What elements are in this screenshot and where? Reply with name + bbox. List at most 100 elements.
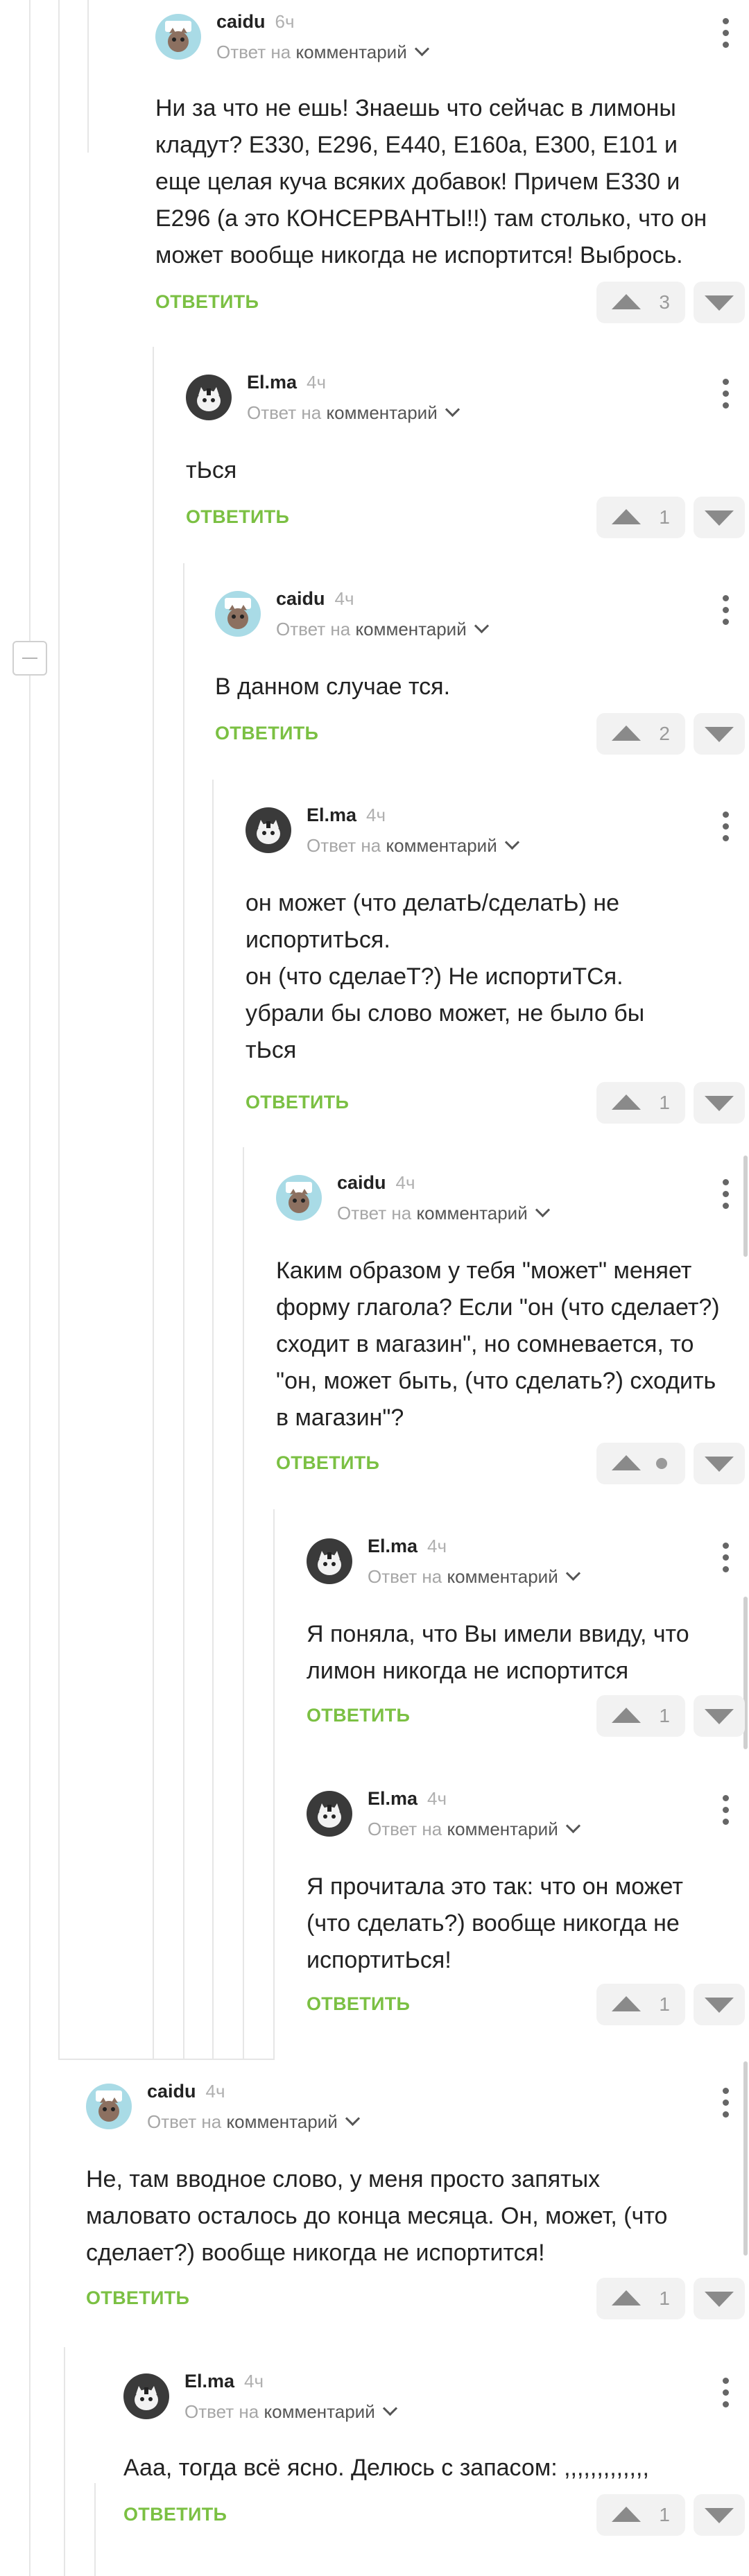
reply-to[interactable]: Ответ на комментарий	[337, 1202, 550, 1224]
vote-count: 1	[659, 2287, 670, 2309]
arrow-up-icon	[612, 2290, 641, 2305]
upvote-button[interactable]	[596, 1443, 685, 1484]
downvote-button[interactable]	[694, 497, 745, 538]
more-menu-icon[interactable]	[721, 1541, 729, 1576]
comment-author[interactable]: El.ma 4ч	[247, 372, 326, 393]
reply-button[interactable]: ОТВЕТИТЬ	[186, 506, 289, 528]
downvote-button[interactable]	[694, 1443, 745, 1484]
cat-avatar-icon	[225, 598, 251, 629]
comment-author[interactable]: El.ma 4ч	[368, 1788, 447, 1810]
upvote-button[interactable]: 1	[596, 2278, 685, 2319]
comment-author[interactable]: caidu 6ч	[216, 11, 295, 33]
reply-to[interactable]: Ответ на комментарий	[368, 1818, 580, 1840]
reply-button[interactable]: ОТВЕТИТЬ	[155, 291, 259, 313]
comment-author[interactable]: El.ma 4ч	[307, 805, 386, 826]
avatar[interactable]	[307, 1538, 352, 1584]
reply-to[interactable]: Ответ на комментарий	[247, 402, 460, 424]
upvote-button[interactable]: 1	[596, 1695, 685, 1737]
cat-avatar-icon	[318, 1803, 341, 1828]
avatar[interactable]	[86, 2084, 132, 2129]
more-menu-icon[interactable]	[721, 17, 729, 51]
comment: caidu 4ч Ответ на комментарий Каким образ…	[276, 1172, 749, 1487]
reply-button[interactable]: ОТВЕТИТЬ	[307, 1993, 410, 2015]
upvote-button[interactable]: 3	[596, 282, 685, 323]
upvote-button[interactable]: 1	[596, 1082, 685, 1124]
chevron-down-icon[interactable]	[565, 1565, 580, 1581]
chevron-down-icon[interactable]	[504, 834, 519, 850]
comment: El.ma 4ч Ответ на комментарий Я поняла, ч…	[307, 1536, 749, 1740]
comment-author[interactable]: caidu 4ч	[276, 588, 354, 610]
avatar[interactable]	[123, 2373, 169, 2419]
more-menu-icon[interactable]	[721, 2086, 729, 2121]
downvote-button[interactable]	[694, 1984, 745, 2025]
reply-button[interactable]: ОТВЕТИТЬ	[215, 723, 318, 744]
comment-text: Ни за что не ешь! Знаешь что сейчас в ли…	[155, 95, 707, 268]
chevron-down-icon[interactable]	[565, 1818, 580, 1834]
arrow-down-icon	[705, 2292, 734, 2307]
comment-author[interactable]: caidu 4ч	[337, 1172, 415, 1194]
chevron-down-icon[interactable]	[414, 41, 429, 57]
comment-text: Ааа, тогда всё ясно. Делюсь с запасом: ,…	[123, 2455, 649, 2481]
more-menu-icon[interactable]	[721, 594, 729, 628]
reply-button[interactable]: ОТВЕТИТЬ	[86, 2287, 189, 2309]
vote-count: 3	[659, 291, 670, 313]
comment-text: тЬся	[186, 457, 237, 483]
vote-count: 1	[659, 1993, 670, 2015]
chevron-down-icon[interactable]	[345, 2111, 360, 2127]
thread-line	[64, 2347, 65, 2576]
downvote-button[interactable]	[694, 2494, 745, 2536]
arrow-down-icon	[705, 727, 734, 742]
arrow-down-icon	[705, 1096, 734, 1111]
more-menu-icon[interactable]	[721, 1794, 729, 1828]
reply-to[interactable]: Ответ на комментарий	[307, 834, 519, 857]
upvote-button[interactable]: 2	[596, 713, 685, 755]
chevron-down-icon[interactable]	[382, 2401, 397, 2416]
upvote-button[interactable]: 1	[596, 497, 685, 538]
thread-line	[94, 2483, 96, 2576]
downvote-button[interactable]	[694, 713, 745, 755]
comment: caidu 4ч Ответ на комментарий В данном сл…	[215, 588, 749, 757]
reply-button[interactable]: ОТВЕТИТЬ	[123, 2504, 227, 2525]
comment-author[interactable]: caidu 4ч	[147, 2081, 225, 2102]
arrow-down-icon	[705, 1709, 734, 1724]
collapse-thread-button[interactable]	[12, 641, 47, 676]
reply-to[interactable]: Ответ на комментарий	[216, 41, 429, 63]
more-menu-icon[interactable]	[721, 2376, 729, 2411]
chevron-down-icon[interactable]	[474, 618, 489, 634]
reply-to[interactable]: Ответ на комментарий	[368, 1565, 580, 1588]
avatar[interactable]	[186, 375, 232, 420]
reply-to[interactable]: Ответ на комментарий	[184, 2401, 397, 2423]
reply-to[interactable]: Ответ на комментарий	[147, 2111, 360, 2133]
reply-to[interactable]: Ответ на комментарий	[276, 618, 489, 640]
avatar[interactable]	[246, 807, 291, 853]
avatar[interactable]	[307, 1791, 352, 1837]
comment-time: 4ч	[307, 372, 327, 393]
downvote-button[interactable]	[694, 282, 745, 323]
more-menu-icon[interactable]	[721, 377, 729, 412]
chevron-down-icon[interactable]	[445, 402, 460, 418]
more-menu-icon[interactable]	[721, 1178, 729, 1212]
comment: caidu 6ч Ответ на комментарий Ни за что н…	[155, 11, 749, 323]
reply-button[interactable]: ОТВЕТИТЬ	[276, 1452, 379, 1474]
avatar[interactable]	[155, 14, 201, 60]
downvote-button[interactable]	[694, 1695, 745, 1737]
vote-count: 1	[659, 1092, 670, 1113]
more-menu-icon[interactable]	[721, 810, 729, 845]
comment-author[interactable]: El.ma 4ч	[368, 1536, 447, 1557]
downvote-button[interactable]	[694, 2278, 745, 2319]
upvote-button[interactable]: 1	[596, 2494, 685, 2536]
reply-button[interactable]: ОТВЕТИТЬ	[307, 1705, 410, 1726]
reply-button[interactable]: ОТВЕТИТЬ	[246, 1092, 349, 1113]
avatar[interactable]	[215, 591, 261, 637]
thread-line	[273, 1509, 275, 2059]
thread-line	[153, 347, 154, 2059]
avatar[interactable]	[276, 1175, 322, 1221]
comment-text: он может (что делатЬ/сделатЬ) не испорти…	[246, 890, 645, 1063]
thread-line	[87, 0, 89, 153]
comment-author[interactable]: El.ma 4ч	[184, 2371, 264, 2392]
chevron-down-icon[interactable]	[535, 1202, 550, 1218]
thread-line	[183, 563, 184, 2059]
comment-time: 4ч	[395, 1172, 415, 1193]
downvote-button[interactable]	[694, 1082, 745, 1124]
upvote-button[interactable]: 1	[596, 1984, 685, 2025]
